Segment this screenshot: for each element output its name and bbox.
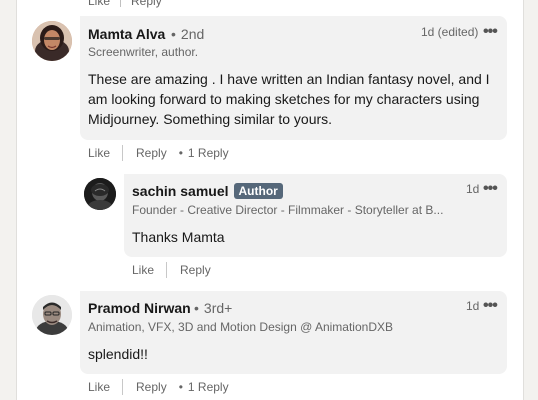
commenter-name[interactable]: Mamta Alva [88, 26, 165, 42]
commenter-headline: Animation, VFX, 3D and Motion Design @ A… [88, 320, 393, 334]
comment-timestamp: 1d [466, 299, 480, 313]
more-options-icon[interactable]: ••• [483, 181, 498, 197]
reply-text: Thanks Mamta [132, 229, 225, 245]
replier-name[interactable]: sachin samuel Author [132, 183, 283, 199]
replies-count-link[interactable]: • 1 Reply [179, 380, 229, 394]
comment-actions: Like Reply • 1 Reply [88, 379, 229, 395]
like-button[interactable]: Like [88, 0, 110, 8]
avatar[interactable] [84, 178, 116, 210]
more-options-icon[interactable]: ••• [483, 298, 498, 314]
reply-button[interactable]: Reply [136, 380, 167, 394]
avatar[interactable] [32, 295, 72, 335]
connection-degree: • 2nd [171, 26, 205, 42]
like-button[interactable]: Like [88, 146, 110, 160]
connection-degree: • 3rd+ [194, 300, 233, 316]
reply-button[interactable]: Reply [131, 0, 162, 8]
reply-button[interactable]: Reply [180, 263, 211, 277]
divider [122, 379, 124, 395]
commenter-headline: Screenwriter, author. [88, 45, 199, 59]
avatar-photo-icon [32, 21, 72, 61]
comment-timestamp: 1d (edited) [421, 25, 479, 39]
author-badge: Author [233, 183, 283, 199]
avatar[interactable] [32, 21, 72, 61]
commenter-name[interactable]: Pramod Nirwan [88, 300, 191, 316]
avatar-photo-icon [32, 295, 72, 335]
like-button[interactable]: Like [132, 263, 154, 277]
reply-actions: Like Reply [132, 262, 211, 278]
replies-count-link[interactable]: • 1 Reply [179, 146, 229, 160]
divider [122, 145, 124, 161]
reply-timestamp: 1d [466, 182, 480, 196]
like-button[interactable]: Like [88, 380, 110, 394]
avatar-photo-icon [84, 178, 116, 210]
divider [120, 0, 122, 7]
comment-actions: Like Reply • 1 Reply [88, 145, 229, 161]
reply-button[interactable]: Reply [136, 146, 167, 160]
divider [166, 262, 168, 278]
comment-text: splendid!! [88, 346, 148, 362]
comment-text: These are amazing . I have written an In… [88, 71, 490, 127]
more-options-icon[interactable]: ••• [483, 24, 498, 40]
previous-comment-actions: Like Reply [88, 0, 162, 8]
replier-headline: Founder - Creative Director - Filmmaker … [132, 203, 444, 217]
